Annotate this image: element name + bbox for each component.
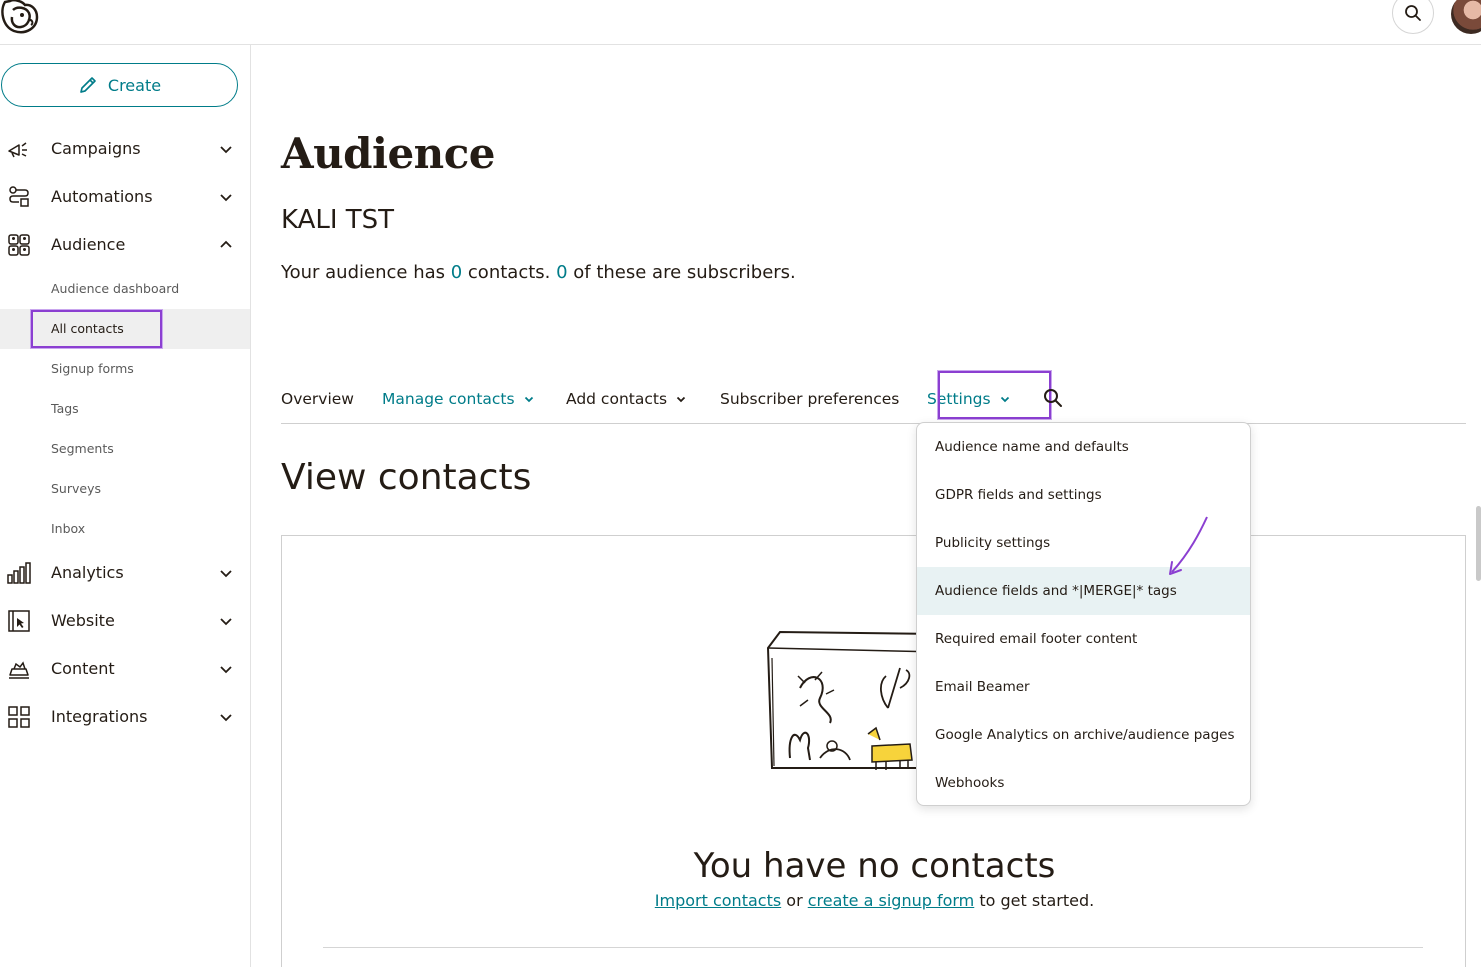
chevron-up-icon bbox=[220, 240, 232, 248]
sidebar-item-analytics[interactable]: Analytics bbox=[0, 553, 250, 593]
grid-icon bbox=[8, 706, 30, 728]
settings-dropdown-menu: Audience name and defaults GDPR fields a… bbox=[916, 422, 1251, 806]
contacts-count: 0 bbox=[450, 262, 463, 283]
empty-state-or: or bbox=[781, 891, 808, 910]
megaphone-icon bbox=[8, 142, 27, 158]
tab-subscriber-preferences[interactable]: Subscriber preferences bbox=[720, 390, 899, 408]
empty-contacts-panel: You have no contacts Import contacts or … bbox=[281, 535, 1466, 967]
create-signup-form-link[interactable]: create a signup form bbox=[808, 891, 975, 910]
sidebar-item-label: Campaigns bbox=[51, 139, 141, 158]
search-icon[interactable] bbox=[1043, 388, 1063, 408]
empty-state-subtitle: Import contacts or create a signup form … bbox=[282, 891, 1467, 910]
chevron-down-icon bbox=[220, 714, 232, 722]
chevron-down-icon bbox=[220, 194, 232, 202]
menu-item-email-beamer[interactable]: Email Beamer bbox=[917, 663, 1250, 711]
mailchimp-freddie-icon[interactable] bbox=[0, 0, 40, 34]
sidebar-subitem-inbox[interactable]: Inbox bbox=[0, 509, 250, 549]
pencil-icon bbox=[80, 77, 96, 93]
sidebar-subitem-label: Signup forms bbox=[51, 361, 134, 376]
sidebar-subitem-segments[interactable]: Segments bbox=[0, 429, 250, 469]
chevron-down-icon bbox=[220, 146, 232, 154]
menu-item-google-analytics[interactable]: Google Analytics on archive/audience pag… bbox=[917, 711, 1250, 759]
summary-suffix: of these are subscribers. bbox=[567, 262, 796, 283]
sidebar: Create Campaigns Automations Audience Au… bbox=[0, 45, 251, 967]
summary-prefix: Your audience has bbox=[281, 262, 451, 283]
audience-icon bbox=[8, 234, 30, 256]
sidebar-item-label: Integrations bbox=[51, 707, 148, 726]
sidebar-subitem-label: Surveys bbox=[51, 481, 101, 496]
create-button[interactable]: Create bbox=[1, 63, 238, 107]
sidebar-item-label: Automations bbox=[51, 187, 153, 206]
menu-item-webhooks[interactable]: Webhooks bbox=[917, 759, 1250, 807]
sidebar-subitem-signup-forms[interactable]: Signup forms bbox=[0, 349, 250, 389]
create-button-label: Create bbox=[107, 75, 162, 95]
divider bbox=[323, 947, 1423, 948]
empty-state-suffix: to get started. bbox=[974, 891, 1095, 910]
sidebar-item-website[interactable]: Website bbox=[0, 601, 250, 641]
menu-item-required-footer-content[interactable]: Required email footer content bbox=[917, 615, 1250, 663]
sidebar-item-integrations[interactable]: Integrations bbox=[0, 697, 250, 737]
empty-state-illustration bbox=[766, 630, 940, 770]
sidebar-item-automations[interactable]: Automations bbox=[0, 177, 250, 217]
all-contacts-highlight bbox=[31, 310, 162, 348]
sidebar-subitem-label: Tags bbox=[51, 401, 79, 416]
automation-icon bbox=[9, 186, 29, 207]
tab-manage-contacts[interactable]: Manage contacts bbox=[382, 390, 535, 408]
sidebar-subitem-surveys[interactable]: Surveys bbox=[0, 469, 250, 509]
sidebar-subitem-tags[interactable]: Tags bbox=[0, 389, 250, 429]
sidebar-item-label: Audience bbox=[51, 235, 126, 254]
settings-tab-highlight bbox=[938, 371, 1051, 419]
subscribers-count: 0 bbox=[556, 262, 568, 283]
audience-name: KALI TST bbox=[281, 205, 395, 235]
page-title: Audience bbox=[281, 129, 496, 178]
annotation-arrow-icon bbox=[1169, 516, 1208, 575]
content-icon bbox=[9, 661, 29, 679]
sidebar-item-campaigns[interactable]: Campaigns bbox=[0, 129, 250, 169]
tab-label: Manage contacts bbox=[382, 390, 515, 408]
website-icon bbox=[8, 610, 30, 632]
chevron-down-icon bbox=[524, 396, 533, 403]
empty-state-title: You have no contacts bbox=[693, 846, 1056, 886]
user-avatar[interactable] bbox=[1451, 0, 1481, 34]
sidebar-item-label: Content bbox=[51, 659, 115, 678]
main-content: Audience KALI TST Your audience has 0 co… bbox=[251, 45, 1481, 967]
tab-add-contacts[interactable]: Add contacts bbox=[566, 390, 687, 408]
sidebar-item-content[interactable]: Content bbox=[0, 649, 250, 689]
top-bar bbox=[0, 0, 1481, 45]
page-scrollbar[interactable] bbox=[1476, 506, 1481, 581]
global-search-button[interactable] bbox=[1392, 0, 1434, 34]
sidebar-subitem-audience-dashboard[interactable]: Audience dashboard bbox=[0, 269, 250, 309]
menu-item-audience-name-defaults[interactable]: Audience name and defaults bbox=[917, 423, 1250, 471]
tab-label: Overview bbox=[281, 390, 354, 408]
tab-label: Subscriber preferences bbox=[720, 390, 900, 408]
audience-tabs: Overview Manage contacts Add contacts Su… bbox=[281, 371, 1466, 424]
sidebar-subitem-label: Audience dashboard bbox=[51, 281, 180, 296]
sidebar-item-audience[interactable]: Audience bbox=[0, 225, 250, 265]
view-contacts-title: View contacts bbox=[281, 457, 532, 498]
summary-middle: contacts. bbox=[462, 262, 557, 283]
tab-label: Add contacts bbox=[566, 390, 668, 408]
search-icon bbox=[1405, 5, 1421, 21]
audience-summary: Your audience has 0 contacts. 0 of these… bbox=[281, 262, 796, 283]
sidebar-item-label: Analytics bbox=[51, 563, 124, 582]
chevron-down-icon bbox=[220, 666, 232, 674]
chevron-down-icon bbox=[676, 396, 686, 403]
chevron-down-icon bbox=[220, 618, 232, 626]
bar-chart-icon bbox=[7, 562, 31, 584]
sidebar-subitem-label: Segments bbox=[51, 441, 114, 456]
tab-overview[interactable]: Overview bbox=[281, 390, 354, 408]
sidebar-item-label: Website bbox=[51, 611, 115, 630]
chevron-down-icon bbox=[220, 570, 232, 578]
import-contacts-link[interactable]: Import contacts bbox=[655, 891, 781, 910]
sidebar-subitem-label: Inbox bbox=[51, 521, 86, 536]
